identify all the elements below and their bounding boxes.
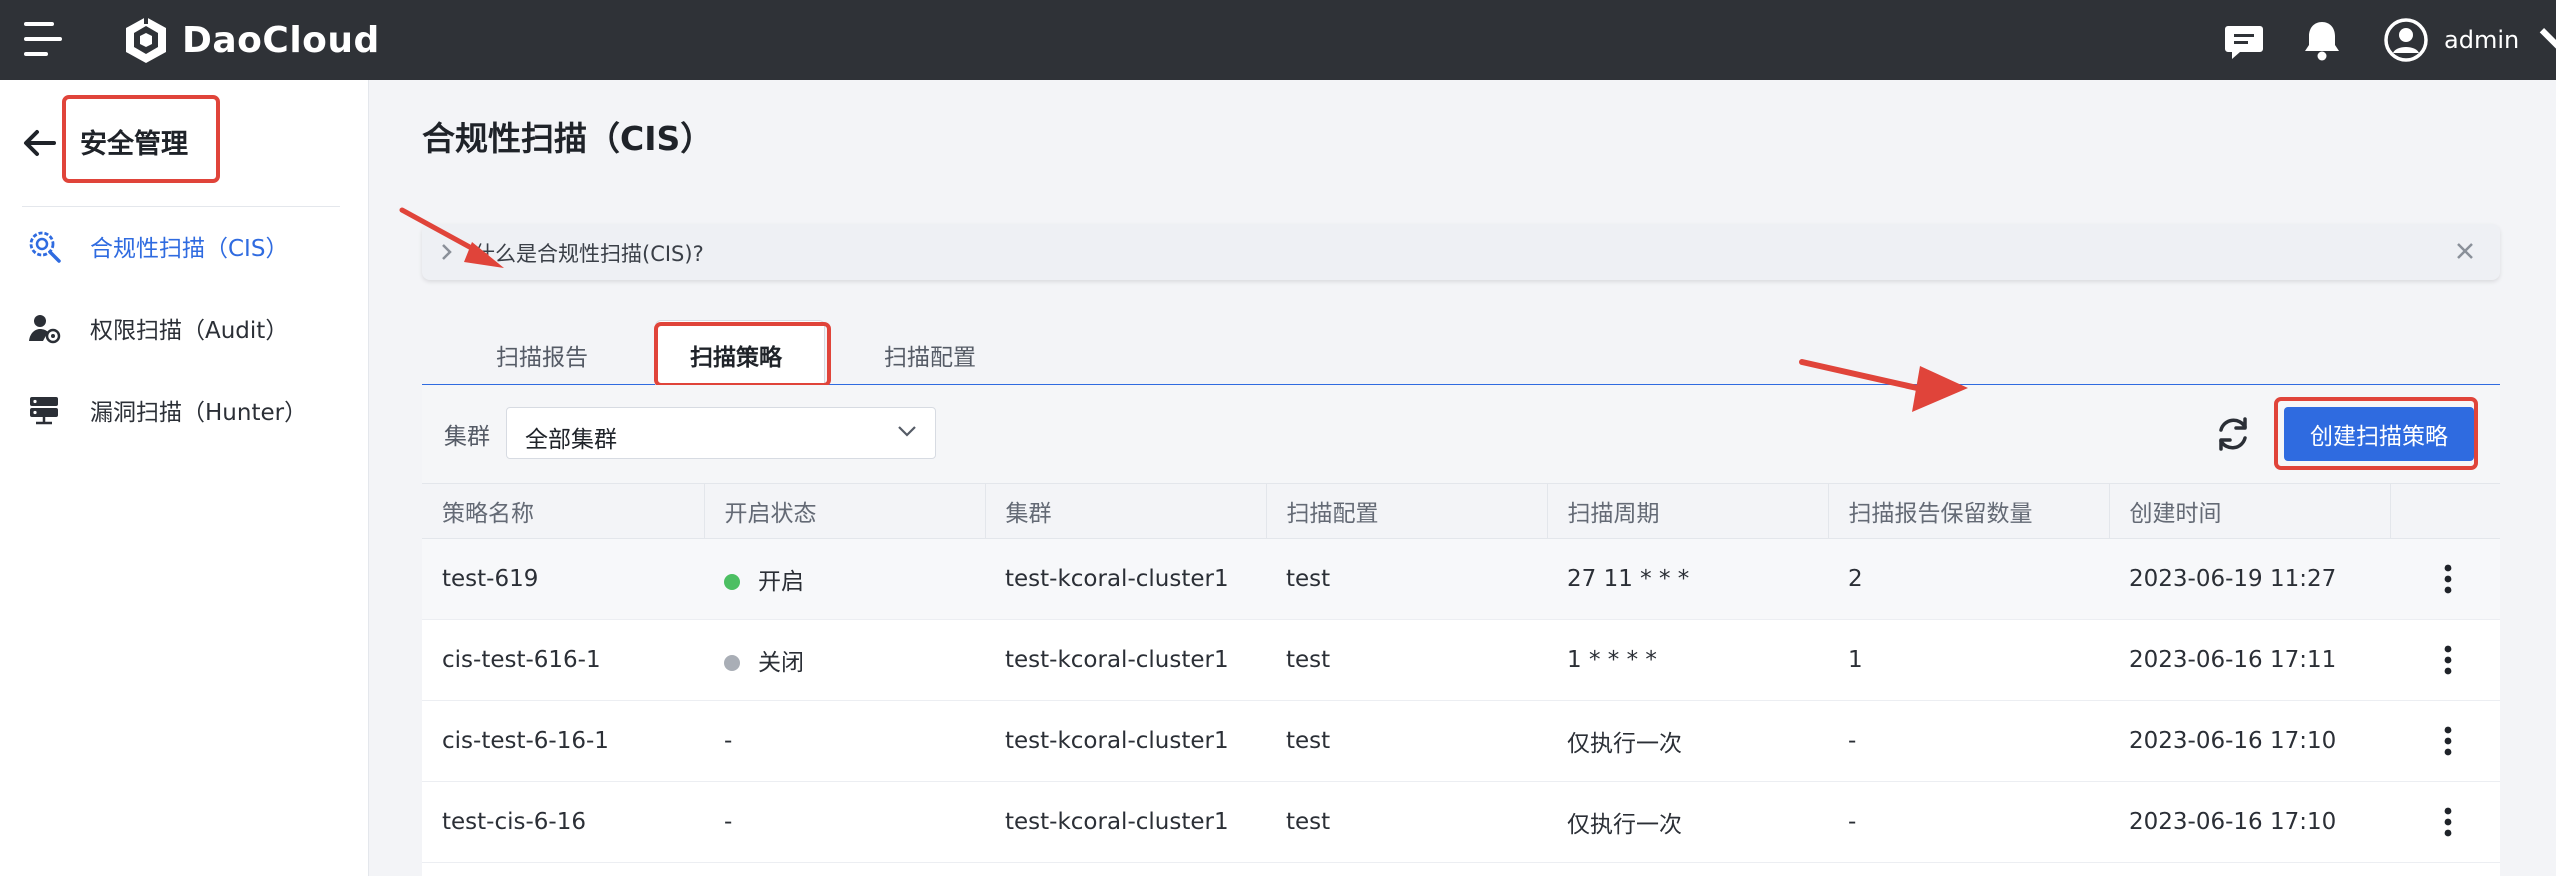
status-cell: - <box>704 700 985 782</box>
column-header[interactable]: 扫描配置 <box>1266 483 1548 539</box>
report-retention-cell: 1 <box>1828 619 2109 701</box>
more-actions-icon[interactable] <box>2428 559 2468 599</box>
sidebar-item-label: 漏洞扫描（Hunter） <box>90 400 308 426</box>
annotation-arrow <box>1799 359 1968 412</box>
policy-name-cell: cis-test-616-1 <box>422 619 704 701</box>
created-time-cell: 2023-06-16 17:10 <box>2109 700 2390 782</box>
table-row[interactable]: cis-test-6-16-1- test-kcoral-cluster1 test… <box>422 700 2500 782</box>
policy-name-cell: cis-test-6-16-1 <box>422 700 704 782</box>
close-icon[interactable] <box>2454 240 2476 262</box>
policy-name-cell: test-cis-6-16 <box>422 781 704 863</box>
status-label: - <box>724 809 733 835</box>
created-time-cell: 2023-06-16 17:11 <box>2109 619 2390 701</box>
row-actions-cell <box>2390 619 2500 701</box>
sidebar-item-label: 合规性扫描（CIS） <box>90 236 289 262</box>
column-header[interactable]: 扫描报告保留数量 <box>1828 483 2110 539</box>
scan-cycle-cell: 27 11 * * * <box>1547 538 1828 620</box>
cluster-cell: test-kcoral-cluster1 <box>985 781 1266 863</box>
cluster-cell: test-kcoral-cluster1 <box>985 700 1266 782</box>
column-header-actions <box>2390 483 2500 539</box>
report-retention-cell: - <box>1828 700 2109 782</box>
annotation-highlight-box <box>654 322 831 387</box>
cluster-select-value: 全部集群 <box>525 427 617 453</box>
report-retention-cell: - <box>1828 781 2109 863</box>
scan-cycle-cell: 仅执行一次 <box>1547 781 1828 863</box>
cluster-select[interactable]: 全部集群 <box>506 407 936 459</box>
scan-cycle-cell: 仅执行一次 <box>1547 700 1828 782</box>
status-label: - <box>724 728 733 754</box>
more-actions-icon[interactable] <box>2428 802 2468 842</box>
column-header[interactable]: 创建时间 <box>2109 483 2391 539</box>
scan-config-cell: test <box>1266 700 1547 782</box>
filter-toolbar: 集群 全部集群 创建扫描策略 <box>422 385 2500 483</box>
page-title: 合规性扫描（CIS） <box>422 119 714 158</box>
sidebar: 安全管理 合规性扫描（CIS） 权限扫描（Audit） 漏洞扫描（Hunter） <box>0 80 369 876</box>
row-actions-cell <box>2390 700 2500 782</box>
vulnerability-scan-icon <box>30 397 58 425</box>
policy-name-cell: test-619 <box>422 538 704 620</box>
sidebar-divider <box>22 206 340 207</box>
column-header[interactable]: 开启状态 <box>704 483 986 539</box>
table-row[interactable]: test-cis-6-16- test-kcoral-cluster1 test 仅执… <box>422 781 2500 863</box>
brand-name: DaoCloud <box>182 19 380 61</box>
status-cell: 开启 <box>704 538 985 620</box>
column-header[interactable]: 集群 <box>985 483 1267 539</box>
cluster-filter-label: 集群 <box>444 424 490 450</box>
row-actions-cell <box>2390 538 2500 620</box>
tab-scan-report[interactable]: 扫描报告 <box>496 338 588 372</box>
policy-panel: 集群 全部集群 创建扫描策略 策略名称 开启状态 集群 扫描配置 扫描周期 扫描… <box>422 385 2500 876</box>
cluster-cell: test-kcoral-cluster1 <box>985 619 1266 701</box>
permission-scan-icon <box>29 315 61 344</box>
status-cell: 关闭 <box>704 619 985 701</box>
compliance-scan-icon <box>29 231 61 263</box>
status-label: 关闭 <box>758 650 804 676</box>
report-retention-cell: 2 <box>1828 538 2109 620</box>
info-banner[interactable]: 什么是合规性扫描(CIS)? <box>422 224 2500 280</box>
status-label: 开启 <box>758 569 804 595</box>
table-row[interactable]: cis-test-616-1 关闭 test-kcoral-cluster1 test… <box>422 619 2500 701</box>
sidebar-item-hunter[interactable]: 漏洞扫描（Hunter） <box>26 386 356 434</box>
created-time-cell: 2023-06-19 11:27 <box>2109 538 2390 620</box>
user-avatar-icon <box>2384 18 2428 62</box>
row-actions-cell <box>2390 781 2500 863</box>
annotation-highlight-box <box>62 95 220 183</box>
menu-icon[interactable] <box>24 22 62 58</box>
sidebar-item-label: 权限扫描（Audit） <box>90 318 289 344</box>
table-row[interactable]: test-619 开启 test-kcoral-cluster1 test 27 11 … <box>422 538 2500 620</box>
scan-config-cell: test <box>1266 781 1547 863</box>
column-header[interactable]: 策略名称 <box>422 483 705 539</box>
sidebar-item-audit[interactable]: 权限扫描（Audit） <box>26 304 356 352</box>
policy-table: 策略名称 开启状态 集群 扫描配置 扫描周期 扫描报告保留数量 创建时间 tes… <box>422 483 2500 863</box>
back-arrow-icon[interactable] <box>22 128 56 158</box>
user-menu[interactable]: admin <box>2384 14 2556 66</box>
annotation-arrow <box>399 207 504 268</box>
more-actions-icon[interactable] <box>2428 640 2468 680</box>
notification-bell-icon[interactable] <box>2298 16 2346 64</box>
scan-cycle-cell: 1 * * * * <box>1547 619 1828 701</box>
table-header-row: 策略名称 开启状态 集群 扫描配置 扫描周期 扫描报告保留数量 创建时间 <box>422 483 2500 539</box>
scan-config-cell: test <box>1266 619 1547 701</box>
message-icon[interactable] <box>2220 16 2268 64</box>
scan-config-cell: test <box>1266 538 1547 620</box>
brand-logo[interactable]: DaoCloud <box>120 8 380 72</box>
created-time-cell: 2023-06-16 17:10 <box>2109 781 2390 863</box>
status-cell: - <box>704 781 985 863</box>
status-dot-icon <box>724 655 740 671</box>
cluster-cell: test-kcoral-cluster1 <box>985 538 1266 620</box>
column-header[interactable]: 扫描周期 <box>1547 483 1829 539</box>
chevron-down-icon <box>2539 28 2556 49</box>
sidebar-item-cis[interactable]: 合规性扫描（CIS） <box>26 222 356 270</box>
more-actions-icon[interactable] <box>2428 721 2468 761</box>
user-name: admin <box>2444 26 2520 54</box>
daocloud-logo-icon <box>126 14 166 63</box>
status-dot-icon <box>724 574 740 590</box>
tab-scan-config[interactable]: 扫描配置 <box>884 338 976 372</box>
refresh-icon[interactable] <box>2212 413 2254 455</box>
annotation-highlight-box <box>2274 397 2478 470</box>
top-bar: DaoCloud admin <box>0 0 2556 80</box>
chevron-down-icon <box>898 426 916 437</box>
